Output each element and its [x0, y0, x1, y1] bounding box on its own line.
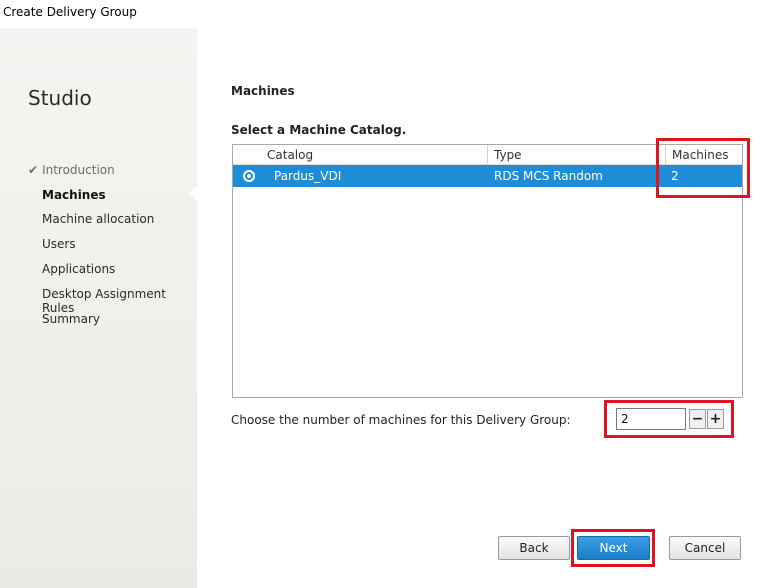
row-radio-button[interactable]: [243, 170, 255, 182]
sidebar-item-label: Summary: [42, 312, 100, 326]
type-cell: RDS MCS Random: [494, 169, 603, 183]
increment-button[interactable]: +: [707, 409, 724, 429]
cancel-button[interactable]: Cancel: [669, 536, 741, 560]
wizard-content: Machines Select a Machine Catalog. Catal…: [197, 28, 779, 588]
sidebar-item-label: Introduction: [42, 163, 115, 177]
catalog-table: Catalog Type Machines Pardus_VDI RDS MCS…: [232, 144, 743, 398]
check-icon: ✔: [28, 163, 39, 177]
machines-cell: 2: [671, 169, 679, 183]
sidebar-item-machine-allocation: Machine allocation: [42, 212, 154, 226]
sidebar-item-applications: Applications: [42, 262, 115, 276]
sidebar-item-machines[interactable]: Machines: [42, 188, 106, 202]
page-title: Machines: [231, 84, 295, 98]
next-button[interactable]: Next: [577, 536, 650, 560]
wizard-sidebar: Studio ✔ Introduction Machines Machine al…: [0, 28, 197, 588]
sidebar-item-label: Users: [42, 237, 76, 251]
sidebar-item-label: Applications: [42, 262, 116, 276]
sidebar-item-users: Users: [42, 237, 76, 251]
sidebar-item-introduction[interactable]: ✔ Introduction: [28, 163, 115, 177]
catalog-cell: Pardus_VDI: [274, 169, 342, 183]
column-header-type[interactable]: Type: [487, 145, 665, 165]
sidebar-item-label: Desktop Assignment Rules: [42, 287, 166, 315]
studio-brand: Studio: [28, 86, 92, 110]
catalog-instruction: Select a Machine Catalog.: [231, 123, 407, 137]
machine-count-input[interactable]: [616, 408, 686, 430]
table-header: Catalog Type Machines: [233, 145, 742, 165]
sidebar-item-summary: Summary: [42, 312, 100, 326]
column-header-catalog[interactable]: Catalog: [261, 145, 487, 165]
window-title: Create Delivery Group: [3, 5, 137, 19]
decrement-button[interactable]: −: [689, 409, 706, 429]
back-button[interactable]: Back: [498, 536, 570, 560]
title-bar: Create Delivery Group: [0, 0, 779, 28]
machine-count-label: Choose the number of machines for this D…: [231, 413, 571, 427]
sidebar-item-desktop-assignment-rules: Desktop Assignment Rules: [42, 287, 197, 315]
column-header-machines[interactable]: Machines: [665, 145, 743, 165]
active-step-pointer: [190, 186, 197, 200]
sidebar-item-label: Machines: [42, 188, 106, 202]
table-row[interactable]: Pardus_VDI RDS MCS Random 2: [233, 165, 742, 187]
sidebar-item-label: Machine allocation: [42, 212, 155, 226]
